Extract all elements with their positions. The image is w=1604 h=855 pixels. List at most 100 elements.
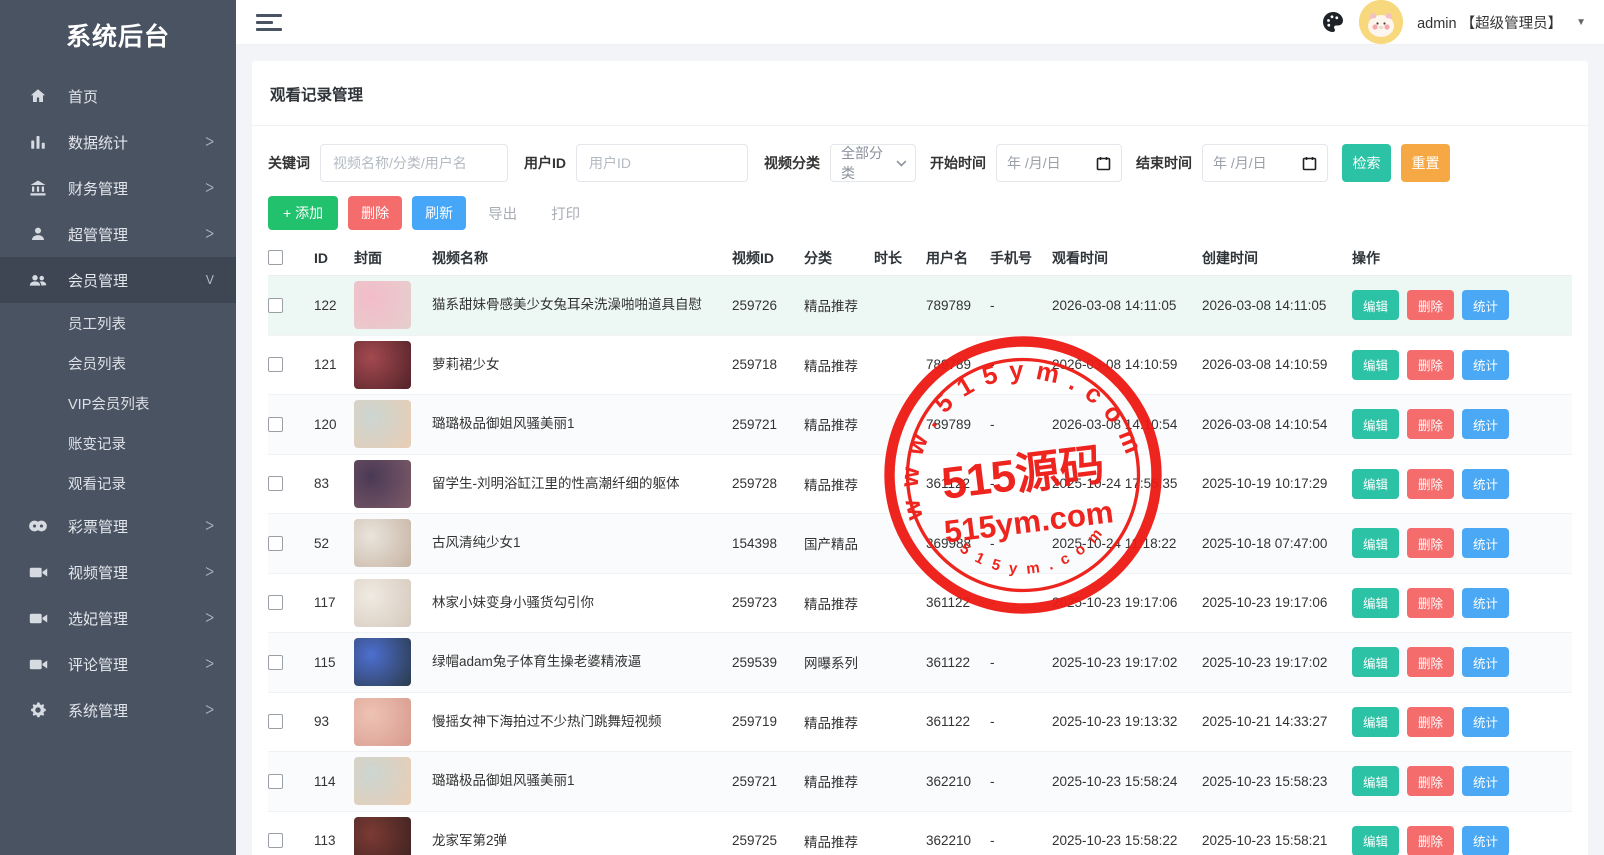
sidebar-item-5[interactable]: 彩票管理ᐳ (0, 503, 236, 549)
stats-button[interactable]: 统计 (1462, 826, 1509, 855)
delete-row-button[interactable]: 删除 (1407, 528, 1454, 558)
sidebar-item-3[interactable]: 超管管理ᐳ (0, 211, 236, 257)
video-cover-thumbnail[interactable] (354, 638, 411, 686)
row-checkbox[interactable] (268, 536, 283, 551)
video-camera-icon (28, 562, 48, 582)
edit-button[interactable]: 编辑 (1352, 588, 1399, 618)
delete-row-button[interactable]: 删除 (1407, 290, 1454, 320)
stats-button[interactable]: 统计 (1462, 290, 1509, 320)
video-cover-thumbnail[interactable] (354, 519, 411, 567)
userid-input[interactable] (576, 144, 748, 182)
cell-category: 精品推荐 (804, 474, 874, 494)
edit-button[interactable]: 编辑 (1352, 766, 1399, 796)
sidebar-item-8[interactable]: 评论管理ᐳ (0, 641, 236, 687)
stats-button[interactable]: 统计 (1462, 647, 1509, 677)
chevron-down-icon[interactable]: ▼ (1576, 17, 1586, 28)
row-checkbox[interactable] (268, 476, 283, 491)
row-checkbox[interactable] (268, 655, 283, 670)
sidebar-subitem-3[interactable]: 账变记录 (0, 423, 236, 463)
table-row: 52古风清纯少女1154398国产精品369988-2025-10-24 11:… (268, 514, 1572, 574)
category-select[interactable]: 全部分类 (830, 144, 916, 182)
table-row: 83留学生-刘明浴缸江里的性高潮纤细的躯体259728精品推荐361122-20… (268, 455, 1572, 515)
video-cover-thumbnail[interactable] (354, 341, 411, 389)
sidebar-item-2[interactable]: 财务管理ᐳ (0, 165, 236, 211)
cell-category: 网曝系列 (804, 652, 874, 672)
row-checkbox[interactable] (268, 833, 283, 848)
sidebar-item-4[interactable]: 会员管理ᐯ (0, 257, 236, 303)
cell-create-time: 2025-10-23 15:58:21 (1202, 833, 1352, 848)
edit-button[interactable]: 编辑 (1352, 647, 1399, 677)
sidebar-item-6[interactable]: 视频管理ᐳ (0, 549, 236, 595)
video-cover-thumbnail[interactable] (354, 698, 411, 746)
stats-button[interactable]: 统计 (1462, 766, 1509, 796)
sidebar-subitem-2[interactable]: VIP会员列表 (0, 383, 236, 423)
stats-button[interactable]: 统计 (1462, 469, 1509, 499)
sidebar-item-0[interactable]: 首页 (0, 73, 236, 119)
column-header: 用户名 (926, 248, 990, 268)
reset-button[interactable]: 重置 (1401, 144, 1450, 182)
edit-button[interactable]: 编辑 (1352, 409, 1399, 439)
admin-account-label[interactable]: admin 【超级管理员】 (1417, 12, 1562, 33)
cell-category: 精品推荐 (804, 355, 874, 375)
cell-video-id: 259718 (732, 357, 804, 372)
delete-row-button[interactable]: 删除 (1407, 647, 1454, 677)
edit-button[interactable]: 编辑 (1352, 707, 1399, 737)
keyword-input[interactable] (320, 144, 508, 182)
edit-button[interactable]: 编辑 (1352, 469, 1399, 499)
cell-phone: - (990, 476, 1052, 491)
delete-row-button[interactable]: 删除 (1407, 469, 1454, 499)
stats-button[interactable]: 统计 (1462, 350, 1509, 380)
edit-button[interactable]: 编辑 (1352, 350, 1399, 380)
delete-row-button[interactable]: 删除 (1407, 826, 1454, 855)
print-button[interactable]: 打印 (539, 203, 592, 224)
video-cover-thumbnail[interactable] (354, 400, 411, 448)
delete-row-button[interactable]: 删除 (1407, 588, 1454, 618)
delete-row-button[interactable]: 删除 (1407, 766, 1454, 796)
delete-row-button[interactable]: 删除 (1407, 409, 1454, 439)
row-checkbox[interactable] (268, 774, 283, 789)
video-cover-thumbnail[interactable] (354, 281, 411, 329)
edit-button[interactable]: 编辑 (1352, 528, 1399, 558)
video-cover-thumbnail[interactable] (354, 817, 411, 855)
cell-watch-time: 2026-03-08 14:10:54 (1052, 417, 1202, 432)
video-cover-thumbnail[interactable] (354, 579, 411, 627)
delete-row-button[interactable]: 删除 (1407, 707, 1454, 737)
search-button[interactable]: 检索 (1342, 144, 1391, 182)
sidebar-subitem-0[interactable]: 员工列表 (0, 303, 236, 343)
theme-palette-icon[interactable] (1321, 10, 1345, 34)
sidebar-subitem-4[interactable]: 观看记录 (0, 463, 236, 503)
cell-video-name: 留学生-刘明浴缸江里的性高潮纤细的躯体 (432, 475, 732, 493)
row-checkbox[interactable] (268, 714, 283, 729)
end-date-input[interactable]: 年 /月/日 (1202, 144, 1328, 182)
sidebar-subitem-1[interactable]: 会员列表 (0, 343, 236, 383)
stats-button[interactable]: 统计 (1462, 528, 1509, 558)
cell-video-id: 259725 (732, 833, 804, 848)
stats-button[interactable]: 统计 (1462, 588, 1509, 618)
row-actions: 编辑删除统计 (1352, 290, 1572, 320)
start-date-input[interactable]: 年 /月/日 (996, 144, 1122, 182)
refresh-button[interactable]: 刷新 (412, 196, 466, 230)
video-camera-icon (28, 654, 48, 674)
select-all-checkbox[interactable] (268, 250, 283, 265)
row-checkbox[interactable] (268, 417, 283, 432)
sidebar-item-1[interactable]: 数据统计ᐳ (0, 119, 236, 165)
sidebar-item-7[interactable]: 选妃管理ᐳ (0, 595, 236, 641)
stats-button[interactable]: 统计 (1462, 409, 1509, 439)
edit-button[interactable]: 编辑 (1352, 290, 1399, 320)
edit-button[interactable]: 编辑 (1352, 826, 1399, 855)
sidebar-item-9[interactable]: 系统管理ᐳ (0, 687, 236, 733)
export-button[interactable]: 导出 (476, 203, 529, 224)
video-cover-thumbnail[interactable] (354, 757, 411, 805)
add-button[interactable]: + 添加 (268, 196, 338, 230)
hamburger-menu-icon[interactable] (256, 10, 282, 35)
user-avatar[interactable] (1359, 0, 1403, 44)
row-checkbox[interactable] (268, 595, 283, 610)
delete-row-button[interactable]: 删除 (1407, 350, 1454, 380)
video-cover-thumbnail[interactable] (354, 460, 411, 508)
stats-button[interactable]: 统计 (1462, 707, 1509, 737)
cell-username: 361122 (926, 714, 990, 729)
row-checkbox[interactable] (268, 357, 283, 372)
delete-button[interactable]: 删除 (348, 196, 402, 230)
row-checkbox[interactable] (268, 298, 283, 313)
brand-title: 系统后台 (0, 0, 236, 73)
